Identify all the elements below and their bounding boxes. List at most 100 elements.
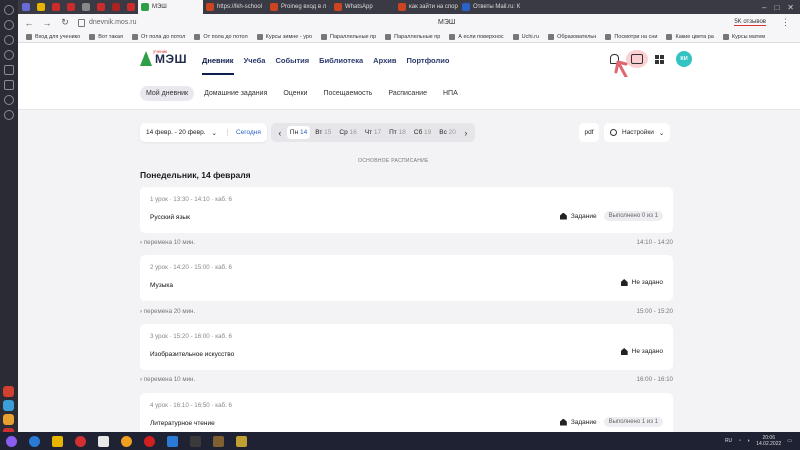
music-icon[interactable]: [4, 35, 14, 45]
today-button[interactable]: Сегодня: [226, 129, 261, 136]
vk-icon[interactable]: [167, 435, 178, 447]
lesson-card[interactable]: 4 урок · 16:10 - 16:50 · каб. 6 Литерату…: [140, 393, 673, 432]
lesson-card[interactable]: 1 урок · 13:30 - 14:10 · каб. 6 Русский …: [140, 187, 673, 233]
store-icon[interactable]: [98, 435, 109, 447]
bookmark[interactable]: Uchi.ru: [512, 33, 539, 40]
subnav-npa[interactable]: НПА: [437, 86, 464, 101]
minimize-icon[interactable]: –: [762, 3, 766, 12]
avatar[interactable]: КИ: [676, 51, 692, 67]
tab[interactable]: WhatsApp: [331, 0, 395, 14]
day-mon[interactable]: Пн 14: [286, 126, 311, 139]
nav-diary[interactable]: Дневник: [202, 56, 234, 75]
opera-icon[interactable]: [144, 435, 155, 447]
bookmark[interactable]: Образовательн: [548, 33, 596, 40]
forward-icon[interactable]: →: [42, 18, 52, 28]
day-fri[interactable]: Пт 18: [386, 126, 409, 139]
url-field[interactable]: dnevnik.mos.ru: [78, 18, 136, 27]
bookmark-icon: [548, 33, 555, 40]
downloads-icon[interactable]: [4, 110, 14, 120]
edge-icon[interactable]: [29, 435, 40, 447]
close-icon[interactable]: ✕: [787, 3, 794, 12]
maximize-icon[interactable]: □: [774, 3, 779, 12]
wifi-icon[interactable]: ◔: [738, 438, 741, 444]
tab[interactable]: как зайти на спор: [395, 0, 459, 14]
clock[interactable]: 20:06 14.02.2022: [756, 435, 781, 447]
app-icon[interactable]: [3, 386, 14, 397]
day-sat[interactable]: Сб 19: [411, 126, 434, 139]
subnav-attendance[interactable]: Посещаемость: [317, 86, 378, 101]
homework-status[interactable]: Задание Выполнено 0 из 1: [559, 211, 663, 221]
date-range-picker[interactable]: 14 февр. - 20 февр. ⌄ Сегодня: [140, 123, 267, 142]
calendar-icon[interactable]: [4, 65, 14, 75]
tab[interactable]: Proineg вход в л: [267, 0, 331, 14]
bookmark[interactable]: Вот такая: [89, 33, 123, 40]
settings-button[interactable]: Настройки ⌄: [604, 123, 671, 142]
alice-icon[interactable]: [6, 435, 17, 447]
bookmark[interactable]: От пола до потол: [131, 33, 185, 40]
messenger-icon[interactable]: [4, 20, 14, 30]
app-icon[interactable]: [3, 400, 14, 411]
tab[interactable]: [123, 0, 138, 14]
nav-events[interactable]: События: [275, 56, 309, 75]
bookmark[interactable]: Вход для ученико: [26, 33, 80, 40]
tab[interactable]: [78, 0, 93, 14]
tab[interactable]: [18, 0, 33, 14]
day-sun[interactable]: Вс 20: [436, 126, 459, 139]
bookmark[interactable]: Параллельные пр: [321, 33, 376, 40]
app-icon[interactable]: [3, 414, 14, 425]
volume-icon[interactable]: ◗: [747, 438, 750, 444]
tab[interactable]: https://lkh-school: [203, 0, 267, 14]
tab[interactable]: [33, 0, 48, 14]
bell-icon[interactable]: [610, 54, 619, 64]
subnav-homework[interactable]: Домашние задания: [198, 86, 273, 101]
tab[interactable]: [48, 0, 63, 14]
pdf-button[interactable]: pdf: [579, 123, 599, 142]
nav-archive[interactable]: Архив: [373, 56, 396, 75]
bookmark[interactable]: Какие цвета ра: [666, 33, 714, 40]
chrome-icon[interactable]: [121, 435, 132, 447]
day-tue[interactable]: Вт 15: [312, 126, 334, 139]
tab[interactable]: [63, 0, 78, 14]
lesson-card[interactable]: 2 урок · 14:20 - 15:00 · каб. 6 Музыка Н…: [140, 255, 673, 301]
tab[interactable]: Ответы Mail.ru: К: [459, 0, 523, 14]
yandex-browser-icon[interactable]: [75, 435, 86, 447]
subnav-schedule[interactable]: Расписание: [382, 86, 433, 101]
lesson-card[interactable]: 3 урок · 15:20 - 16:00 · каб. 6 Изобрази…: [140, 324, 673, 370]
tab[interactable]: [93, 0, 108, 14]
menu-icon[interactable]: ⋮: [781, 17, 790, 28]
subnav-grades[interactable]: Оценки: [277, 86, 313, 101]
tab[interactable]: [108, 0, 123, 14]
apps-icon[interactable]: [4, 80, 14, 90]
bookmark[interactable]: От пола до потол: [194, 33, 248, 40]
chevron-left-icon[interactable]: ‹: [275, 128, 285, 138]
bookmark[interactable]: А если поверхнос: [449, 33, 504, 40]
game-icon[interactable]: [190, 435, 201, 447]
back-icon[interactable]: ←: [24, 18, 34, 28]
homework-status[interactable]: Задание Выполнено 1 из 1: [559, 417, 663, 427]
chat-button[interactable]: [626, 50, 648, 68]
subnav-my-diary[interactable]: Мой дневник: [140, 86, 195, 101]
day-wed[interactable]: Ср 16: [336, 126, 359, 139]
day-thu[interactable]: Чт 17: [362, 126, 384, 139]
tab-active[interactable]: МЭШ: [138, 0, 203, 14]
bookmark[interactable]: Курсы зимне - уро: [256, 33, 312, 40]
bookmark[interactable]: Посмотри на сни: [605, 33, 657, 40]
bookmark[interactable]: Курсы матем: [722, 33, 765, 40]
bookmark[interactable]: Параллельные пр: [385, 33, 440, 40]
feedback-link[interactable]: 5K отзывов: [734, 19, 766, 26]
history-icon[interactable]: [4, 95, 14, 105]
nav-library[interactable]: Библиотека: [319, 56, 363, 75]
play-icon[interactable]: [4, 50, 14, 60]
language-indicator[interactable]: RU: [725, 438, 732, 444]
game-icon[interactable]: [236, 435, 247, 447]
logo[interactable]: ученик МЭШ: [140, 49, 187, 66]
nav-portfolio[interactable]: Портфолио: [406, 56, 449, 75]
apps-grid-icon[interactable]: [655, 54, 664, 64]
game-icon[interactable]: [213, 435, 224, 447]
nav-study[interactable]: Учеба: [244, 56, 266, 75]
reload-icon[interactable]: ↻: [60, 17, 70, 28]
chevron-right-icon[interactable]: ›: [461, 128, 471, 138]
explorer-icon[interactable]: [52, 435, 63, 447]
notifications-icon[interactable]: ▭: [787, 438, 792, 444]
home-icon[interactable]: [4, 5, 14, 15]
